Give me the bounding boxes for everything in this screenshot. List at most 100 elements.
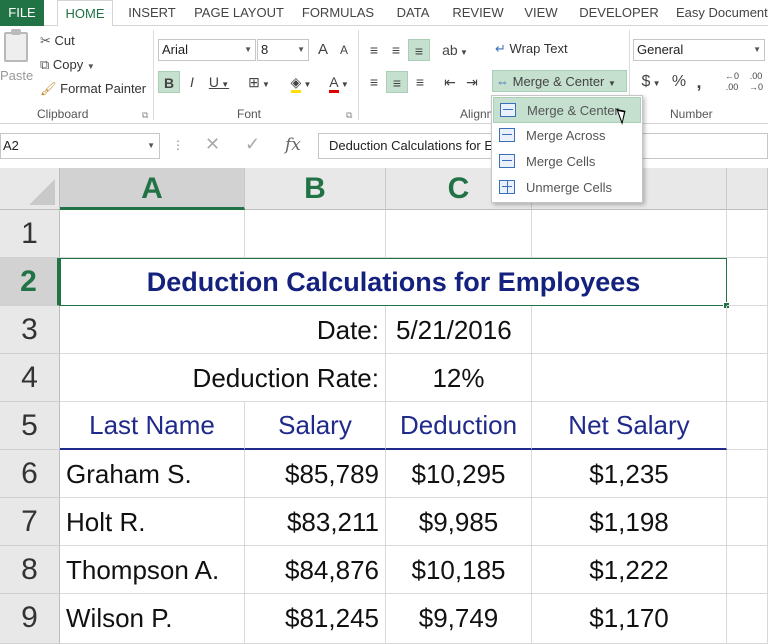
bold-button[interactable]: B — [158, 71, 180, 93]
align-bottom-icon[interactable]: ≡ — [408, 39, 430, 61]
wrap-text-button[interactable]: ↵ Wrap Text — [495, 39, 568, 59]
row-header-1[interactable]: 1 — [0, 210, 60, 258]
table-cell[interactable]: Thompson A. — [60, 546, 245, 594]
tab-review[interactable]: REVIEW — [446, 0, 510, 26]
more-options-icon[interactable]: ⋮ — [172, 138, 184, 152]
date-label-cell[interactable]: Date: — [245, 306, 386, 354]
orientation-icon[interactable]: ab ▼ — [440, 39, 470, 61]
table-cell[interactable]: Graham S. — [60, 450, 245, 498]
menu-item-unmerge-cells[interactable]: Unmerge Cells — [493, 175, 641, 201]
menu-item-merge-cells[interactable]: Merge Cells — [493, 149, 641, 175]
table-cell[interactable]: $1,170 — [532, 594, 727, 644]
cell-e6[interactable] — [727, 450, 768, 498]
comma-button[interactable]: , — [692, 71, 706, 93]
cell-c1[interactable] — [386, 210, 532, 258]
select-all-corner[interactable] — [0, 168, 60, 210]
tab-data[interactable]: DATA — [388, 0, 438, 26]
format-painter-button[interactable]: 🖌 Format Painter — [40, 79, 146, 99]
row-header-8[interactable]: 8 — [0, 546, 60, 594]
cell-a1[interactable] — [60, 210, 245, 258]
align-left-icon[interactable]: ≡ — [364, 71, 384, 93]
table-cell[interactable]: $83,211 — [245, 498, 386, 546]
percent-button[interactable]: % — [670, 71, 688, 93]
table-cell[interactable]: $84,876 — [245, 546, 386, 594]
font-color-button[interactable]: A ▼ — [322, 71, 356, 93]
date-value-cell[interactable]: 5/21/2016 — [386, 306, 532, 354]
tab-insert[interactable]: INSERT — [122, 0, 182, 26]
header-last-name[interactable]: Last Name — [60, 402, 245, 450]
currency-button[interactable]: $ ▼ — [637, 71, 665, 93]
header-deduction[interactable]: Deduction — [386, 402, 532, 450]
table-cell[interactable]: Holt R. — [60, 498, 245, 546]
font-dialog-launcher-icon[interactable]: ⧉ — [346, 110, 352, 121]
align-middle-icon[interactable]: ≡ — [386, 39, 406, 61]
shrink-font-button[interactable]: A — [336, 39, 352, 61]
header-net-salary[interactable]: Net Salary — [532, 402, 727, 450]
cell-e5[interactable] — [727, 402, 768, 450]
merge-center-button[interactable]: ⇔ Merge & Center ▼ — [492, 70, 627, 92]
row-header-5[interactable]: 5 — [0, 402, 60, 450]
tab-page-layout[interactable]: PAGE LAYOUT — [189, 0, 289, 26]
cell-d4[interactable] — [532, 354, 727, 402]
decrease-indent-icon[interactable]: ⇤ — [440, 71, 460, 93]
cut-button[interactable]: ✂ Cut — [40, 31, 75, 51]
chevron-down-icon[interactable]: ▼ — [608, 79, 616, 88]
copy-button[interactable]: ⧉ Copy ▼ — [40, 55, 95, 77]
tab-developer[interactable]: DEVELOPER — [572, 0, 666, 26]
increase-indent-icon[interactable]: ⇥ — [462, 71, 482, 93]
cell-e3[interactable] — [727, 306, 768, 354]
cell-e7[interactable] — [727, 498, 768, 546]
table-cell[interactable]: $9,985 — [386, 498, 532, 546]
number-format-select[interactable]: General ▼ — [633, 39, 765, 61]
clipboard-dialog-launcher-icon[interactable]: ⧉ — [142, 110, 148, 121]
merged-title-cell[interactable]: Deduction Calculations for Employees — [60, 258, 727, 306]
tab-formulas[interactable]: FORMULAS — [296, 0, 380, 26]
row-header-7[interactable]: 7 — [0, 498, 60, 546]
rate-value-cell[interactable]: 12% — [386, 354, 532, 402]
table-cell[interactable]: Wilson P. — [60, 594, 245, 644]
table-cell[interactable]: $10,295 — [386, 450, 532, 498]
cell-d1[interactable] — [532, 210, 727, 258]
font-name-select[interactable]: Arial ▼ — [158, 39, 256, 61]
cell-b1[interactable] — [245, 210, 386, 258]
enter-check-icon[interactable]: ✓ — [245, 134, 260, 155]
cell-e2[interactable] — [727, 258, 768, 306]
borders-button[interactable]: ⊞ ▼ — [242, 71, 276, 93]
header-salary[interactable]: Salary — [245, 402, 386, 450]
tab-home[interactable]: HOME — [57, 0, 113, 27]
row-header-3[interactable]: 3 — [0, 306, 60, 354]
table-cell[interactable]: $10,185 — [386, 546, 532, 594]
increase-decimal-icon[interactable]: ←0.00 — [722, 71, 742, 93]
align-top-icon[interactable]: ≡ — [364, 39, 384, 61]
fill-color-button[interactable]: ◈ ▼ — [284, 71, 318, 93]
cell-e9[interactable] — [727, 594, 768, 644]
italic-button[interactable]: I — [182, 71, 202, 93]
column-header-e[interactable] — [727, 168, 768, 210]
grow-font-button[interactable]: A — [314, 39, 332, 61]
cell-a3[interactable] — [60, 306, 245, 354]
align-right-icon[interactable]: ≡ — [410, 71, 430, 93]
column-header-b[interactable]: B — [245, 168, 386, 210]
cell-e4[interactable] — [727, 354, 768, 402]
cancel-icon[interactable]: ✕ — [205, 134, 220, 155]
rate-label-cell[interactable]: Deduction Rate: — [60, 354, 386, 402]
decrease-decimal-icon[interactable]: .00 →0 — [746, 71, 766, 93]
menu-item-merge-across[interactable]: Merge Across — [493, 123, 641, 149]
name-box[interactable]: A2 ▼ — [0, 133, 160, 159]
cell-d3[interactable] — [532, 306, 727, 354]
table-cell[interactable]: $85,789 — [245, 450, 386, 498]
column-header-a[interactable]: A — [60, 168, 245, 210]
cell-e1[interactable] — [727, 210, 768, 258]
insert-function-icon[interactable]: fx — [285, 135, 301, 155]
table-cell[interactable]: $81,245 — [245, 594, 386, 644]
table-cell[interactable]: $1,198 — [532, 498, 727, 546]
underline-button[interactable]: U ▼ — [204, 71, 234, 93]
chevron-down-icon[interactable]: ▼ — [87, 62, 95, 71]
tab-easy-document[interactable]: Easy Document — [672, 0, 768, 26]
align-center-icon[interactable]: ≡ — [386, 71, 408, 93]
cell-e8[interactable] — [727, 546, 768, 594]
row-header-4[interactable]: 4 — [0, 354, 60, 402]
tab-view[interactable]: VIEW — [517, 0, 565, 26]
table-cell[interactable]: $1,222 — [532, 546, 727, 594]
tab-file[interactable]: FILE — [0, 0, 44, 26]
